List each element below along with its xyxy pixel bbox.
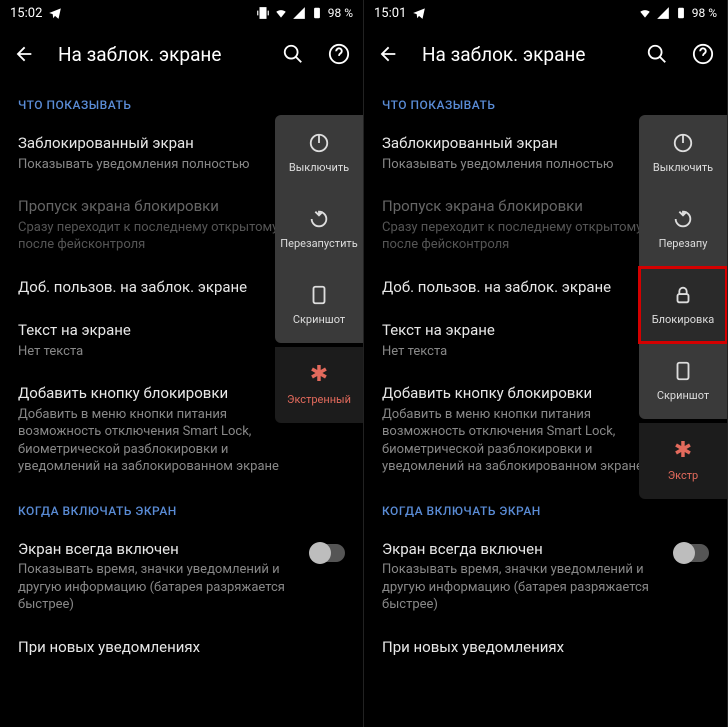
setting-always-on[interactable]: Экран всегда включен Показывать время, з… (18, 528, 345, 626)
battery-icon (310, 6, 324, 20)
battery-text: 98 % (328, 6, 353, 20)
asterisk-icon: ✱ (674, 440, 692, 462)
phone-right: 15:01 98 % На заблок. экране ЧТО ПОКАЗЫВ… (364, 0, 728, 727)
setting-sub: Показывать время, значки уведомлений и д… (382, 561, 665, 614)
setting-new-notifications[interactable]: При новых уведомлениях (382, 626, 709, 670)
battery-text: 98 % (692, 6, 717, 20)
status-time: 15:02 (10, 6, 42, 21)
power-menu: Выключить Перезапу Блокировка Скриншот ✱… (639, 115, 727, 499)
power-restart-button[interactable]: Перезапустить (275, 191, 363, 267)
back-button[interactable] (376, 42, 400, 66)
search-button[interactable] (645, 42, 669, 66)
battery-icon (674, 6, 688, 20)
page-title: На заблок. экране (422, 43, 623, 66)
setting-always-on[interactable]: Экран всегда включен Показывать время, з… (382, 528, 709, 626)
signal-icon (656, 6, 670, 20)
power-label: Блокировка (652, 313, 715, 326)
power-menu: Выключить Перезапустить Скриншот ✱ Экстр… (275, 115, 363, 423)
power-label: Скриншот (657, 389, 709, 402)
power-label: Скриншот (293, 313, 345, 326)
power-label: Перезапу (659, 237, 708, 250)
toggle-always-on[interactable] (311, 544, 345, 562)
setting-sub: Добавить в меню кнопки питания возможнос… (18, 406, 301, 476)
power-off-button[interactable]: Выключить (639, 115, 727, 191)
signal-icon (292, 6, 306, 20)
app-bar: На заблок. экране (364, 26, 727, 82)
telegram-icon (48, 6, 62, 20)
wifi-icon (274, 6, 288, 20)
setting-title: Экран всегда включен (18, 540, 301, 560)
status-bar: 15:02 98 % (0, 0, 363, 26)
help-button[interactable] (691, 42, 715, 66)
power-screenshot-button[interactable]: Скриншот (275, 267, 363, 343)
phone-left: 15:02 98 % На заблок. экране ЧТО ПОКАЗЫВ… (0, 0, 364, 727)
power-emergency-button[interactable]: ✱ Экстренный (275, 347, 363, 423)
setting-title: Добавить кнопку блокировки (382, 384, 665, 404)
power-label: Экстр (668, 469, 699, 482)
power-emergency-button[interactable]: ✱ Экстр (639, 423, 727, 499)
setting-title: Экран всегда включен (382, 540, 665, 560)
power-label: Выключить (289, 161, 349, 174)
setting-new-notifications[interactable]: При новых уведомлениях (18, 626, 345, 670)
power-lockdown-button[interactable]: Блокировка (639, 267, 727, 343)
power-screenshot-button[interactable]: Скриншот (639, 343, 727, 419)
help-button[interactable] (327, 42, 351, 66)
status-bar: 15:01 98 % (364, 0, 727, 26)
power-label: Экстренный (287, 393, 351, 406)
power-restart-button[interactable]: Перезапу (639, 191, 727, 267)
setting-sub: Показывать время, значки уведомлений и д… (18, 561, 301, 614)
app-bar: На заблок. экране (0, 26, 363, 82)
status-time: 15:01 (374, 6, 406, 21)
power-off-button[interactable]: Выключить (275, 115, 363, 191)
setting-sub: Добавить в меню кнопки питания возможнос… (382, 406, 665, 476)
setting-title: При новых уведомлениях (18, 638, 345, 658)
search-button[interactable] (281, 42, 305, 66)
setting-title: Добавить кнопку блокировки (18, 384, 301, 404)
section-header-when: КОГДА ВКЛЮЧАТЬ ЭКРАН (18, 488, 345, 528)
vibrate-icon (256, 6, 270, 20)
power-label: Перезапустить (280, 237, 357, 250)
toggle-always-on[interactable] (675, 544, 709, 562)
wifi-icon (638, 6, 652, 20)
setting-title: При новых уведомлениях (382, 638, 709, 658)
asterisk-icon: ✱ (310, 364, 328, 386)
telegram-icon (412, 6, 426, 20)
back-button[interactable] (12, 42, 36, 66)
power-label: Выключить (653, 161, 713, 174)
page-title: На заблок. экране (58, 43, 259, 66)
